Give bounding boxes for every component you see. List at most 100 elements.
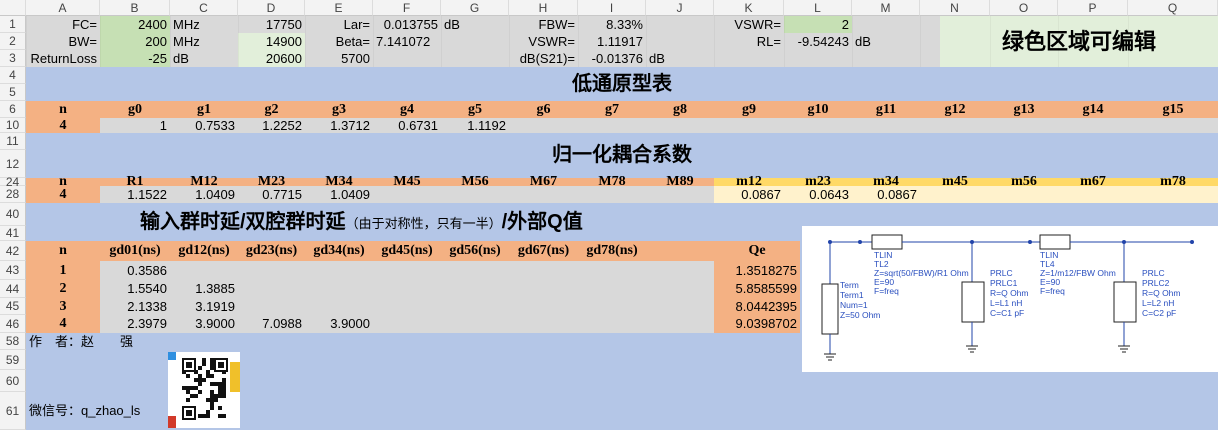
gd12-value[interactable] [170,261,238,280]
column-header-E[interactable]: E [305,0,373,16]
gd23-value[interactable] [238,298,305,315]
row-header-41[interactable]: 41 [0,226,26,241]
lowpass-value-5[interactable]: 0.6731 [373,118,441,133]
coupling-value-12[interactable]: 0.0867 [852,186,920,203]
row-header-46[interactable]: 46 [0,315,26,333]
coupling-value-11[interactable]: 0.0643 [784,186,852,203]
row-header-40[interactable]: 40 [0,203,26,226]
column-header-O[interactable]: O [990,0,1058,16]
coupling-header-m23[interactable]: m23 [784,175,852,189]
lowpass-header-g15[interactable]: g15 [1128,101,1218,118]
row-header-60[interactable]: 60 [0,370,26,392]
lowpass-value-6[interactable]: 1.1192 [441,118,509,133]
qe-value[interactable]: 1.3518275 [714,261,800,280]
gd01-value[interactable]: 2.1338 [100,298,170,315]
column-header-I[interactable]: I [578,0,646,16]
coupling-header-M45[interactable]: M45 [373,175,441,189]
coupling-value-7[interactable] [509,186,578,203]
row-header-12[interactable]: 12 [0,150,26,178]
bw-value[interactable]: 200 [100,33,170,50]
row-header-5[interactable]: 5 [0,84,26,101]
gd12-value[interactable]: 3.9000 [170,315,238,333]
coupling-header-M67[interactable]: M67 [509,175,578,189]
delay-header-gd45(ns)[interactable]: gd45(ns) [373,241,441,261]
lowpass-header-g7[interactable]: g7 [578,101,646,118]
coupling-header-m78[interactable]: m78 [1128,175,1218,189]
coupling-header-m56[interactable]: m56 [990,175,1058,189]
coupling-value-1[interactable]: 1.1522 [100,186,170,203]
coupling-header-M23[interactable]: M23 [238,175,305,189]
coupling-value-13[interactable] [920,186,990,203]
coupling-value-2[interactable]: 1.0409 [170,186,238,203]
gd01-value[interactable]: 1.5540 [100,280,170,298]
s21-label[interactable]: dB(S21)= [509,50,578,67]
vswr-label[interactable]: VSWR= [714,16,784,33]
row-header-1[interactable]: 1 [0,16,26,33]
lowpass-value-16[interactable] [1128,118,1218,133]
column-header-H[interactable]: H [509,0,578,16]
coupling-header-M34[interactable]: M34 [305,175,373,189]
lowpass-header-g0[interactable]: g0 [100,101,170,118]
delay-n-4[interactable]: 4 [26,315,100,333]
lowpass-value-11[interactable] [784,118,852,133]
row-header-6[interactable]: 6 [0,101,26,118]
lowpass-header-g11[interactable]: g11 [852,101,920,118]
lowpass-value-15[interactable] [1058,118,1128,133]
coupling-value-5[interactable] [373,186,441,203]
row-header-45[interactable]: 45 [0,298,26,315]
row-header-28[interactable]: 28 [0,186,26,203]
returnloss-unit[interactable]: dB [170,50,238,67]
row-header-2[interactable]: 2 [0,33,26,50]
rl-label[interactable]: RL= [714,33,784,50]
fc-value[interactable]: 2400 [100,16,170,33]
column-header-C[interactable]: C [170,0,238,16]
vswr2-label[interactable]: VSWR= [509,33,578,50]
gd34-value[interactable]: 3.9000 [305,315,373,333]
coupling-value-3[interactable]: 0.7715 [238,186,305,203]
coupling-value-8[interactable] [578,186,646,203]
column-header-A[interactable]: A [26,0,100,16]
coupling-header-n[interactable]: n [26,175,100,189]
bw-unit[interactable]: MHz [170,33,238,50]
delay-n-3[interactable]: 3 [26,298,100,315]
gd12-value[interactable]: 1.3885 [170,280,238,298]
lar-unit[interactable]: dB [441,16,509,33]
rl-value[interactable]: -9.54243 [784,33,852,50]
column-header-Q[interactable]: Q [1128,0,1218,16]
lar-value[interactable]: 0.013755 [373,16,441,33]
d3-value[interactable]: 20600 [238,50,305,67]
row-header-42[interactable]: 42 [0,241,26,261]
lowpass-value-8[interactable] [578,118,646,133]
column-header-M[interactable]: M [852,0,920,16]
fc-unit[interactable]: MHz [170,16,238,33]
delay-n-2[interactable]: 2 [26,280,100,298]
e3-value[interactable]: 5700 [305,50,373,67]
row-header-10[interactable]: 10 [0,118,26,133]
coupling-header-m12[interactable]: m12 [714,175,784,189]
lowpass-header-n[interactable]: n [26,101,100,118]
vswr-value[interactable]: 2 [784,16,852,33]
lowpass-value-13[interactable] [920,118,990,133]
lowpass-value-4[interactable]: 1.3712 [305,118,373,133]
lowpass-value-10[interactable] [714,118,784,133]
lowpass-header-g14[interactable]: g14 [1058,101,1128,118]
coupling-value-0[interactable]: 4 [26,186,100,203]
column-header-F[interactable]: F [373,0,441,16]
coupling-header-M78[interactable]: M78 [578,175,646,189]
qe-value[interactable]: 9.0398702 [714,315,800,333]
lowpass-value-12[interactable] [852,118,920,133]
gd01-value[interactable]: 2.3979 [100,315,170,333]
lowpass-header-g6[interactable]: g6 [509,101,578,118]
coupling-header-m34[interactable]: m34 [852,175,920,189]
fbw-label[interactable]: FBW= [509,16,578,33]
coupling-value-16[interactable] [1128,186,1218,203]
gd01-value[interactable]: 0.3586 [100,261,170,280]
gd34-value[interactable] [305,280,373,298]
lar-label[interactable]: Lar= [305,16,373,33]
lowpass-value-0[interactable]: 4 [26,118,100,133]
d1-value[interactable]: 17750 [238,16,305,33]
d2-value[interactable]: 14900 [238,33,305,50]
row-header-58[interactable]: 58 [0,333,26,350]
bw-label[interactable]: BW= [26,33,100,50]
column-header-K[interactable]: K [714,0,784,16]
